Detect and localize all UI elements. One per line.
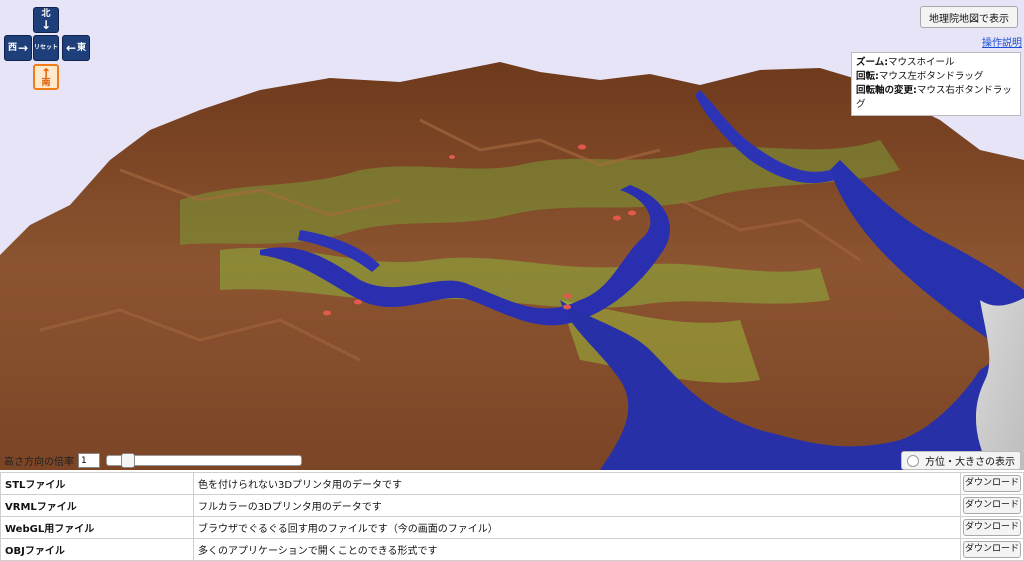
marker — [563, 304, 571, 310]
south-button[interactable]: ↑ 南 — [33, 64, 59, 90]
orientation-size-toggle[interactable]: 方位・大きさの表示 — [901, 451, 1021, 470]
file-type: OBJファイル — [0, 538, 194, 561]
west-label: 西 — [7, 42, 17, 53]
download-table: STLファイル 色を付けられない3Dプリンタ用のデータです ダウンロード VRM… — [0, 472, 1024, 561]
radio-icon[interactable] — [907, 454, 919, 467]
help-row-zoom: ズーム:マウスホイール — [856, 57, 955, 68]
table-row: OBJファイル 多くのアプリケーションで開くことのできる形式です ダウンロード — [0, 538, 1024, 561]
marker — [628, 210, 636, 216]
marker — [354, 299, 362, 305]
table-row: WebGL用ファイル ブラウザでぐるぐる回す用のファイルです（今の画面のファイル… — [0, 516, 1024, 539]
arrow-down-icon: ↓ — [40, 17, 52, 32]
reset-label: リセット — [34, 44, 59, 51]
marker — [613, 215, 621, 221]
download-button[interactable]: ダウンロード — [963, 519, 1021, 536]
orientation-label: 方位・大きさの表示 — [925, 457, 1015, 468]
arrow-up-icon: ↑ — [40, 65, 52, 80]
height-ratio-control: 高さ方向の倍率 — [4, 453, 302, 468]
download-button[interactable]: ダウンロード — [963, 497, 1021, 514]
height-ratio-label: 高さ方向の倍率 — [4, 457, 74, 468]
file-description: フルカラーの3Dプリンタ用のデータです — [193, 494, 961, 517]
file-type: VRMLファイル — [0, 494, 194, 517]
north-button[interactable]: 北 ↓ — [33, 7, 59, 33]
file-description: 色を付けられない3Dプリンタ用のデータです — [193, 472, 961, 495]
table-row: STLファイル 色を付けられない3Dプリンタ用のデータです ダウンロード — [0, 472, 1024, 495]
download-button[interactable]: ダウンロード — [963, 541, 1021, 558]
help-row-axis: 回転軸の変更:マウス右ボタンドラッグ — [856, 85, 1012, 110]
marker — [449, 155, 455, 159]
file-type: STLファイル — [0, 472, 194, 495]
table-row: VRMLファイル フルカラーの3Dプリンタ用のデータです ダウンロード — [0, 494, 1024, 517]
terrain-viewport[interactable]: 北 ↓ 西 → リセット ← 東 ↑ 南 地理院地図で表示 操作説明 ズーム:マ… — [0, 0, 1024, 470]
marker — [578, 144, 586, 150]
arrow-right-icon: → — [17, 41, 29, 55]
open-in-gsi-map-button[interactable]: 地理院地図で表示 — [920, 6, 1018, 28]
help-row-rotate: 回転:マウス左ボタンドラッグ — [856, 71, 984, 82]
file-type: WebGL用ファイル — [0, 516, 194, 539]
slider-handle[interactable] — [121, 453, 135, 468]
south-label: 南 — [41, 77, 51, 88]
controls-help-panel: ズーム:マウスホイール 回転:マウス左ボタンドラッグ 回転軸の変更:マウス右ボタ… — [851, 52, 1021, 116]
east-label: 東 — [77, 42, 87, 53]
height-ratio-input[interactable] — [78, 453, 100, 468]
reset-view-button[interactable]: リセット — [33, 35, 59, 61]
help-link[interactable]: 操作説明 — [982, 34, 1022, 49]
west-button[interactable]: 西 → — [4, 35, 32, 61]
marker — [323, 310, 331, 316]
file-description: 多くのアプリケーションで開くことのできる形式です — [193, 538, 961, 561]
arrow-left-icon: ← — [65, 41, 77, 55]
download-button[interactable]: ダウンロード — [963, 475, 1021, 492]
marker — [564, 293, 572, 299]
height-ratio-slider[interactable] — [106, 453, 302, 468]
east-button[interactable]: ← 東 — [62, 35, 90, 61]
file-description: ブラウザでぐるぐる回す用のファイルです（今の画面のファイル） — [193, 516, 961, 539]
